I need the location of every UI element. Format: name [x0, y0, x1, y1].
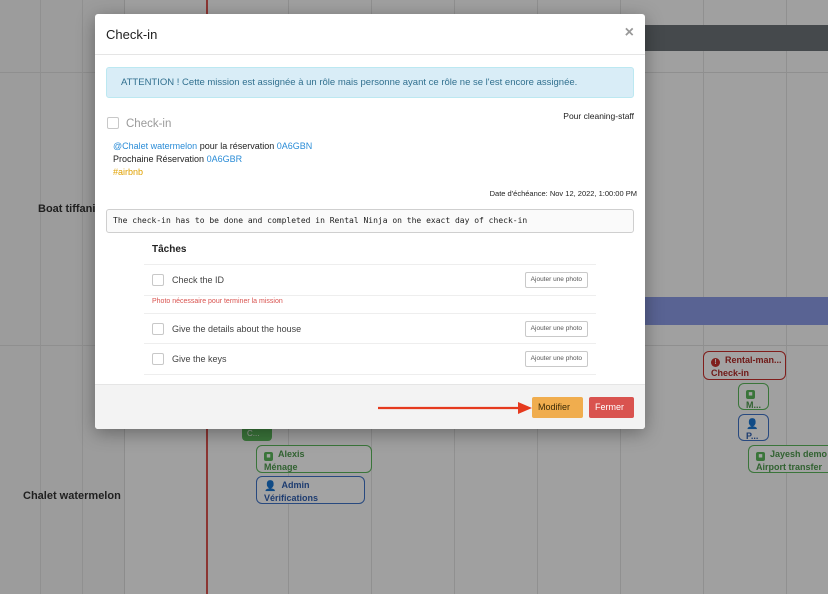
checkbox-icon[interactable] — [107, 117, 119, 129]
task-list: Tâches Check the ID Ajouter une photo Ph… — [144, 237, 596, 375]
modal-title: Check-in — [106, 27, 158, 42]
next-reservation-link[interactable]: 0A6GBR — [207, 154, 243, 164]
unassigned-role-alert: ATTENTION ! Cette mission est assignée à… — [106, 67, 634, 98]
reservation-link[interactable]: 0A6GBN — [277, 141, 313, 151]
task-checkbox[interactable] — [152, 323, 164, 335]
close-button[interactable]: Fermer — [589, 397, 634, 418]
task-checkbox[interactable] — [152, 274, 164, 286]
photo-required-warning: Photo nécessaire pour terminer la missio… — [152, 298, 283, 305]
mission-label: Check-in — [126, 118, 172, 130]
task-row: Give the keys Ajouter une photo — [144, 344, 596, 375]
reservation-text: pour la réservation — [199, 141, 275, 151]
task-row: Check the ID Ajouter une photo — [144, 265, 596, 296]
task-row: Give the details about the house Ajouter… — [144, 313, 596, 344]
reservation-info: @Chalet watermelon pour la réservation 0… — [113, 140, 312, 179]
mission-note: The check-in has to be done and complete… — [106, 209, 634, 233]
add-photo-button[interactable]: Ajouter une photo — [524, 321, 588, 337]
check-in-modal: Check-in × ATTENTION ! Cette mission est… — [95, 14, 645, 429]
source-tag: #airbnb — [113, 167, 144, 177]
modal-header: Check-in × — [95, 14, 645, 55]
add-photo-button[interactable]: Ajouter une photo — [524, 351, 588, 367]
close-icon[interactable]: × — [625, 24, 634, 42]
assigned-role-label: Pour cleaning-staff — [563, 111, 634, 121]
modify-button[interactable]: Modifier — [532, 397, 583, 418]
task-checkbox[interactable] — [152, 353, 164, 365]
next-reservation-text: Prochaine Réservation — [113, 154, 205, 164]
mission-complete-checkbox[interactable]: Check-in — [107, 117, 171, 130]
add-photo-button[interactable]: Ajouter une photo — [524, 272, 588, 288]
annotation-arrow-icon — [378, 402, 532, 414]
task-label: Check the ID — [172, 275, 225, 285]
due-date: Date d'échéance: Nov 12, 2022, 1:00:00 P… — [489, 189, 637, 198]
task-label: Give the keys — [172, 354, 227, 364]
tasks-title: Tâches — [144, 237, 596, 265]
modal-footer: Modifier Fermer — [95, 384, 645, 429]
task-label: Give the details about the house — [172, 324, 302, 334]
property-link[interactable]: @Chalet watermelon — [113, 141, 197, 151]
